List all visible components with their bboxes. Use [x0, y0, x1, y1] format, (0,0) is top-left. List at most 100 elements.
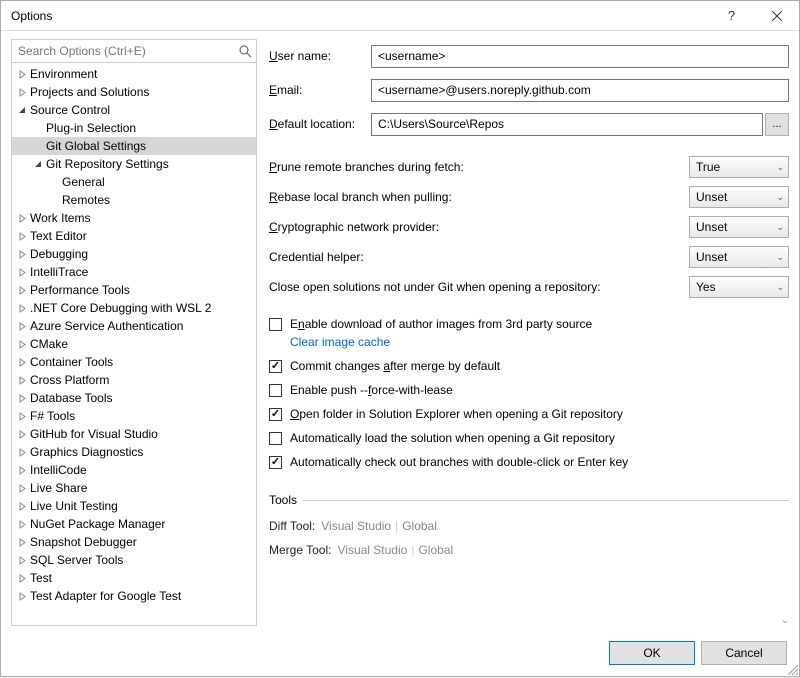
close-solutions-dropdown[interactable]: Yes⌄: [689, 276, 789, 298]
ok-button[interactable]: OK: [609, 641, 695, 665]
tree-item[interactable]: Debugging: [12, 245, 256, 263]
tree-expand-icon[interactable]: [16, 556, 28, 565]
tree-expand-icon[interactable]: [16, 592, 28, 601]
search-input[interactable]: [12, 44, 234, 58]
tree-expand-icon[interactable]: [16, 502, 28, 511]
tree-item-label: Live Share: [28, 481, 87, 495]
tree-expand-icon[interactable]: [16, 358, 28, 367]
email-input[interactable]: [371, 79, 789, 102]
tree-item[interactable]: Git Repository Settings: [12, 155, 256, 173]
tree-item[interactable]: Remotes: [12, 191, 256, 209]
clear-image-cache-link[interactable]: Clear image cache: [290, 335, 390, 349]
tree-expand-icon[interactable]: [16, 538, 28, 547]
tree-expand-icon[interactable]: [16, 448, 28, 457]
tree-item[interactable]: Snapshot Debugger: [12, 533, 256, 551]
browse-button[interactable]: ...: [765, 113, 789, 136]
rebase-label: Rebase local branch when pulling:: [269, 190, 689, 204]
tree-item[interactable]: .NET Core Debugging with WSL 2: [12, 299, 256, 317]
tree-item-label: IntelliCode: [28, 463, 87, 477]
tree-expand-icon[interactable]: [16, 304, 28, 313]
tree-item-label: Environment: [28, 67, 97, 81]
auto-load-checkbox[interactable]: [269, 432, 282, 445]
download-images-checkbox[interactable]: [269, 318, 282, 331]
commit-after-merge-checkbox[interactable]: [269, 360, 282, 373]
tree-item[interactable]: Azure Service Authentication: [12, 317, 256, 335]
crypto-dropdown[interactable]: Unset⌄: [689, 216, 789, 238]
tree-item[interactable]: Source Control: [12, 101, 256, 119]
tree-expand-icon[interactable]: [16, 394, 28, 403]
location-input[interactable]: [371, 113, 763, 136]
tree-collapse-icon[interactable]: [16, 106, 28, 115]
tree-item[interactable]: Live Share: [12, 479, 256, 497]
resize-grip[interactable]: [786, 663, 798, 675]
diff-tool-global[interactable]: Global: [402, 519, 437, 533]
rebase-dropdown[interactable]: Unset⌄: [689, 186, 789, 208]
cancel-button[interactable]: Cancel: [701, 641, 787, 665]
tree-item[interactable]: Container Tools: [12, 353, 256, 371]
tree-item-label: .NET Core Debugging with WSL 2: [28, 301, 211, 315]
tree-item[interactable]: Projects and Solutions: [12, 83, 256, 101]
push-force-checkbox[interactable]: [269, 384, 282, 397]
open-folder-checkbox[interactable]: [269, 408, 282, 421]
tree-item[interactable]: Test Adapter for Google Test: [12, 587, 256, 605]
tree-expand-icon[interactable]: [16, 412, 28, 421]
tree-item[interactable]: Cross Platform: [12, 371, 256, 389]
search-box[interactable]: [11, 39, 257, 63]
tree-item[interactable]: Live Unit Testing: [12, 497, 256, 515]
tree-expand-icon[interactable]: [16, 286, 28, 295]
close-icon: [772, 11, 782, 21]
tree-expand-icon[interactable]: [16, 430, 28, 439]
tree-expand-icon[interactable]: [16, 322, 28, 331]
tree-expand-icon[interactable]: [16, 466, 28, 475]
tree-item[interactable]: Git Global Settings: [12, 137, 256, 155]
tree-item-label: Debugging: [28, 247, 88, 261]
chevron-down-icon[interactable]: ⌄: [781, 615, 789, 626]
tree-item-label: Text Editor: [28, 229, 87, 243]
prune-dropdown[interactable]: True⌄: [689, 156, 789, 178]
chevron-down-icon: ⌄: [776, 162, 784, 173]
merge-tool-vs[interactable]: Visual Studio: [337, 543, 407, 557]
tree-item[interactable]: Database Tools: [12, 389, 256, 407]
tree-item-label: Database Tools: [28, 391, 113, 405]
tree-expand-icon[interactable]: [16, 340, 28, 349]
help-button[interactable]: ?: [709, 1, 754, 31]
merge-tool-global[interactable]: Global: [418, 543, 453, 557]
titlebar: Options ?: [1, 1, 799, 31]
tree-expand-icon[interactable]: [16, 484, 28, 493]
options-dialog: Options ? Environment Projects and Soluti…: [0, 0, 800, 677]
username-input[interactable]: [371, 45, 789, 68]
tree-item[interactable]: NuGet Package Manager: [12, 515, 256, 533]
tree-expand-icon[interactable]: [16, 268, 28, 277]
cred-dropdown[interactable]: Unset⌄: [689, 246, 789, 268]
tree-item[interactable]: Graphics Diagnostics: [12, 443, 256, 461]
close-button[interactable]: [754, 1, 799, 31]
tree-expand-icon[interactable]: [16, 574, 28, 583]
tree-expand-icon[interactable]: [16, 214, 28, 223]
tree-item[interactable]: IntelliTrace: [12, 263, 256, 281]
tree-item[interactable]: Plug-in Selection: [12, 119, 256, 137]
tree-item[interactable]: Test: [12, 569, 256, 587]
tree-item[interactable]: Text Editor: [12, 227, 256, 245]
tree-item[interactable]: Work Items: [12, 209, 256, 227]
tree-item[interactable]: Performance Tools: [12, 281, 256, 299]
tree-item-label: Projects and Solutions: [28, 85, 149, 99]
tree-item[interactable]: Environment: [12, 65, 256, 83]
options-tree[interactable]: Environment Projects and Solutions Source …: [11, 63, 257, 626]
prune-label: Prune remote branches during fetch:: [269, 160, 689, 174]
tree-item[interactable]: F# Tools: [12, 407, 256, 425]
tree-expand-icon[interactable]: [16, 250, 28, 259]
tree-item[interactable]: SQL Server Tools: [12, 551, 256, 569]
tree-item[interactable]: General: [12, 173, 256, 191]
tree-expand-icon[interactable]: [16, 88, 28, 97]
tree-item[interactable]: CMake: [12, 335, 256, 353]
tree-collapse-icon[interactable]: [32, 160, 44, 169]
tree-item[interactable]: IntelliCode: [12, 461, 256, 479]
tree-expand-icon[interactable]: [16, 376, 28, 385]
tree-item-label: Live Unit Testing: [28, 499, 118, 513]
diff-tool-vs[interactable]: Visual Studio: [321, 519, 391, 533]
tree-expand-icon[interactable]: [16, 70, 28, 79]
tree-expand-icon[interactable]: [16, 520, 28, 529]
tree-item[interactable]: GitHub for Visual Studio: [12, 425, 256, 443]
auto-checkout-checkbox[interactable]: [269, 456, 282, 469]
tree-expand-icon[interactable]: [16, 232, 28, 241]
